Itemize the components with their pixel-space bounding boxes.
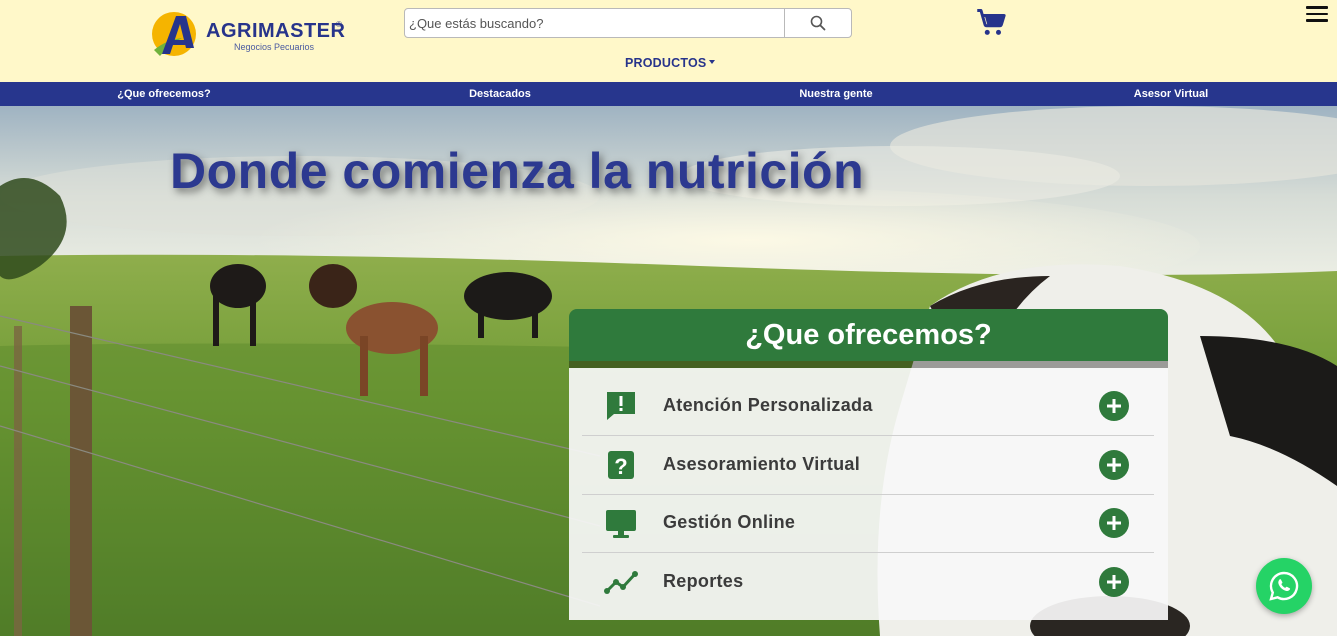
chat-alert-icon bbox=[607, 392, 635, 420]
caret-down-icon bbox=[709, 59, 716, 64]
question-square-icon: ? bbox=[608, 451, 634, 479]
logo-subtitle: Negocios Pecuarios bbox=[234, 42, 315, 52]
offer-item-label: Reportes bbox=[663, 571, 744, 591]
cart-icon bbox=[977, 9, 1006, 35]
agrimaster-logo[interactable]: AGRIMASTER ® Negocios Pecuarios bbox=[146, 10, 346, 60]
menu-button[interactable] bbox=[1306, 6, 1328, 24]
search-button[interactable] bbox=[784, 9, 851, 37]
productos-dropdown[interactable]: PRODUCTOS bbox=[625, 56, 716, 70]
monitor-icon bbox=[606, 510, 636, 538]
expand-plus-icon[interactable] bbox=[1099, 391, 1129, 421]
nav-link-nuestra-gente[interactable]: Nuestra gente bbox=[799, 88, 872, 100]
offer-item-label: Atención Personalizada bbox=[663, 395, 873, 415]
expand-plus-icon[interactable] bbox=[1099, 450, 1129, 480]
search-icon bbox=[810, 15, 826, 31]
section-nav: ¿Que ofrecemos? Destacados Nuestra gente… bbox=[0, 82, 1337, 106]
search-input[interactable] bbox=[405, 9, 784, 37]
offer-panel-separator bbox=[569, 361, 1168, 368]
svg-text:?: ? bbox=[614, 454, 627, 479]
hamburger-line bbox=[1306, 12, 1328, 15]
logo-text: AGRIMASTER bbox=[206, 20, 346, 42]
hamburger-line bbox=[1306, 6, 1328, 9]
hero-title: Donde comienza la nutrición bbox=[170, 143, 865, 199]
offer-item-reportes[interactable]: Reportes bbox=[582, 553, 1154, 611]
hamburger-line bbox=[1306, 19, 1328, 22]
logo-emblem-icon bbox=[152, 12, 196, 56]
expand-plus-icon[interactable] bbox=[1099, 508, 1129, 538]
offer-item-gestion-online[interactable]: Gestión Online bbox=[582, 494, 1154, 553]
search-box bbox=[404, 8, 852, 38]
offer-item-label: Asesoramiento Virtual bbox=[663, 454, 861, 474]
line-chart-icon bbox=[604, 571, 638, 594]
shopping-cart-button[interactable] bbox=[976, 8, 1008, 40]
offer-panel-title: ¿Que ofrecemos? bbox=[745, 318, 992, 351]
offer-item-asesoramiento-virtual[interactable]: ? Asesoramiento Virtual bbox=[582, 436, 1154, 495]
nav-link-que-ofrecemos[interactable]: ¿Que ofrecemos? bbox=[117, 88, 211, 100]
offer-panel: Atención Personalizada ? Asesoramiento V… bbox=[569, 368, 1168, 620]
offer-panel-header: ¿Que ofrecemos? bbox=[569, 309, 1168, 361]
productos-label: PRODUCTOS bbox=[625, 56, 707, 70]
whatsapp-button[interactable] bbox=[1256, 558, 1312, 614]
nav-link-destacados[interactable]: Destacados bbox=[469, 88, 531, 100]
offer-item-atencion-personalizada[interactable]: Atención Personalizada bbox=[582, 377, 1154, 436]
nav-link-asesor-virtual[interactable]: Asesor Virtual bbox=[1134, 88, 1208, 100]
offer-item-label: Gestión Online bbox=[663, 512, 796, 532]
whatsapp-icon bbox=[1269, 571, 1299, 601]
site-header: AGRIMASTER ® Negocios Pecuarios PRODUCTO… bbox=[0, 0, 1337, 82]
expand-plus-icon[interactable] bbox=[1099, 567, 1129, 597]
logo-registered-mark: ® bbox=[336, 20, 342, 29]
